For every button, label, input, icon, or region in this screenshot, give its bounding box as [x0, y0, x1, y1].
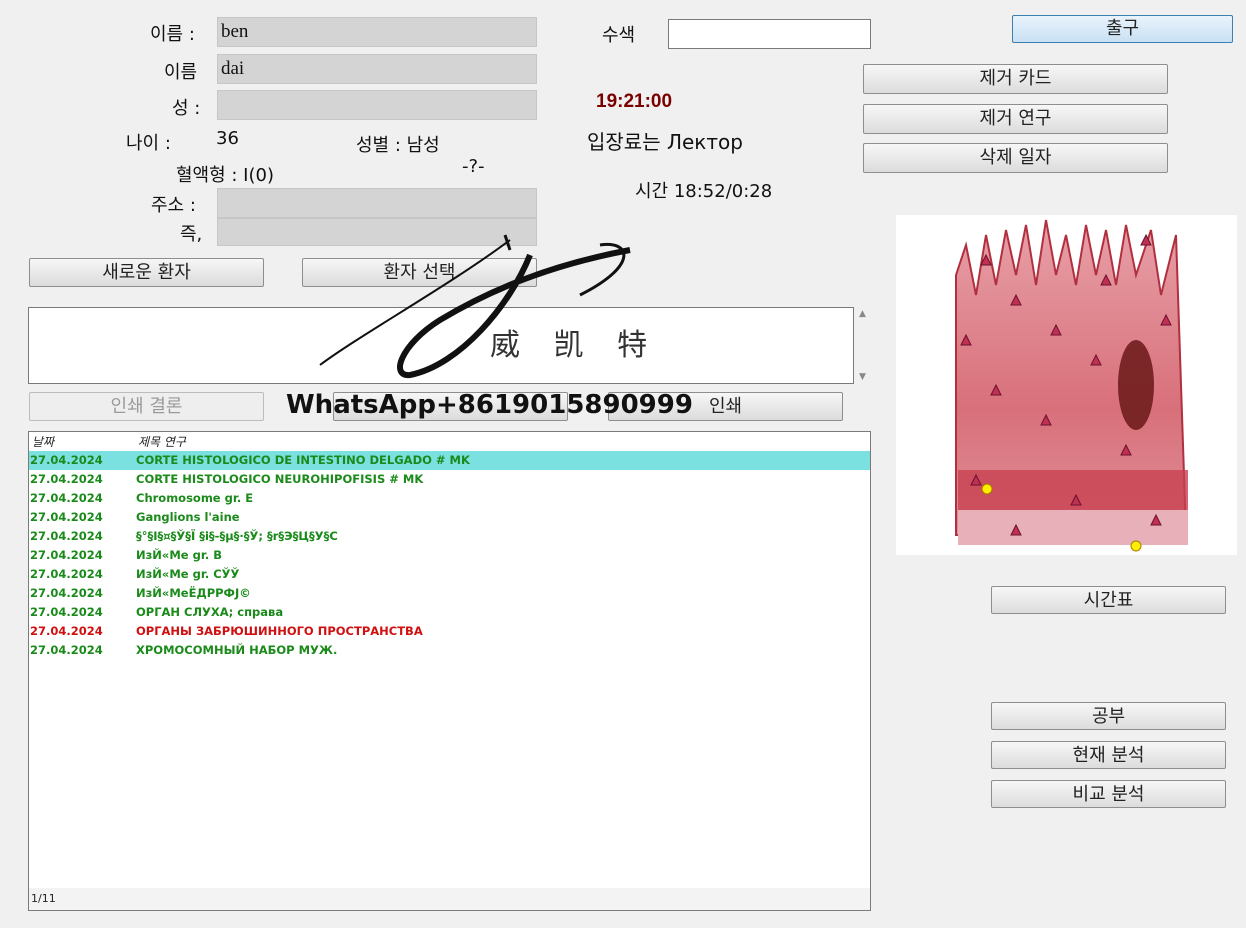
surname-field[interactable]	[217, 90, 537, 120]
table-row[interactable]: 27.04.2024 ИзЙ«МеЁДРРФЈ©	[29, 584, 870, 603]
first-name-label: 이름 :	[150, 24, 195, 45]
row-date: 27.04.2024	[30, 510, 103, 524]
row-date: 27.04.2024	[30, 624, 103, 638]
address-field[interactable]	[217, 188, 537, 218]
row-date: 27.04.2024	[30, 605, 103, 619]
blood-type-label: 혈액형 : I(0)	[176, 165, 274, 186]
age-value: 36	[216, 128, 239, 149]
table-row[interactable]: 27.04.2024 ИзЙ«Ме gr. В	[29, 546, 870, 565]
table-row[interactable]: 27.04.2024 Chromosome gr. E	[29, 489, 870, 508]
scroll-down-icon[interactable]: ▼	[859, 372, 866, 382]
memo-scrollbar[interactable]: ▲ ▼	[856, 307, 870, 384]
row-date: 27.04.2024	[30, 453, 103, 467]
search-label: 수색	[602, 25, 636, 46]
row-title: CORTE HISTOLOGICO DE INTESTINO DELGADO #…	[136, 453, 470, 467]
row-date: 27.04.2024	[30, 586, 103, 600]
row-title: ИзЙ«Ме gr. В	[136, 548, 223, 562]
study-button[interactable]: 공부	[991, 702, 1226, 730]
delete-date-button[interactable]: 삭제 일자	[863, 143, 1168, 173]
second-name-field[interactable]: dai	[217, 54, 537, 84]
table-row[interactable]: 27.04.2024 ХРОМОСОМНЫЙ НАБОР МУЖ.	[29, 641, 870, 660]
row-title: Chromosome gr. E	[136, 491, 254, 505]
column-title-header: 제목 연구	[138, 435, 186, 449]
row-date: 27.04.2024	[30, 491, 103, 505]
surname-label: 성 :	[172, 98, 201, 119]
address-label: 주소 :	[151, 195, 196, 216]
table-row[interactable]: 27.04.2024 ОРГАН СЛУХА; справа	[29, 603, 870, 622]
schedule-button[interactable]: 시간표	[991, 586, 1226, 614]
search-input[interactable]	[668, 19, 871, 49]
page-indicator: 1/11	[29, 888, 870, 910]
new-patient-button[interactable]: 새로운 환자	[29, 258, 264, 287]
study-list[interactable]: 날짜 제목 연구 27.04.2024 CORTE HISTOLOGICO DE …	[28, 431, 871, 911]
print-conclusion-button[interactable]: 인쇄 결론	[29, 392, 264, 421]
table-row[interactable]: 27.04.2024 ИзЙ«Ме gr. СЎЎ	[29, 565, 870, 584]
row-title: ИзЙ«Ме gr. СЎЎ	[136, 567, 240, 581]
session-time: 시간 18:52/0:28	[635, 181, 773, 202]
age-label: 나이 :	[126, 133, 171, 154]
row-date: 27.04.2024	[30, 548, 103, 562]
address2-field[interactable]	[217, 218, 537, 246]
remove-card-button[interactable]: 제거 카드	[863, 64, 1168, 94]
gender-label: 성별 : 남성	[356, 135, 440, 156]
second-name-label: 이름	[164, 62, 198, 83]
column-date-header: 날짜	[32, 435, 55, 449]
rh-factor-value: -?-	[462, 156, 485, 177]
conclusion-text-area[interactable]	[28, 307, 854, 384]
row-title: CORTE HISTOLOGICO NEUROHIPOFISIS # MK	[136, 472, 424, 486]
row-date: 27.04.2024	[30, 529, 103, 543]
table-row[interactable]: 27.04.2024 CORTE HISTOLOGICO DE INTESTINO…	[29, 451, 870, 470]
histology-image[interactable]	[896, 215, 1237, 555]
address2-label: 즉,	[180, 224, 203, 245]
table-row[interactable]: 27.04.2024 CORTE HISTOLOGICO NEUROHIPOFIS…	[29, 470, 870, 489]
row-title: ХРОМОСОМНЫЙ НАБОР МУЖ.	[136, 643, 338, 657]
table-row[interactable]: 27.04.2024 Ganglions l'aine	[29, 508, 870, 527]
row-date: 27.04.2024	[30, 567, 103, 581]
scroll-up-icon[interactable]: ▲	[859, 309, 866, 319]
select-patient-button[interactable]: 환자 선택	[302, 258, 537, 287]
table-row[interactable]: 27.04.2024 ОРГАНЫ ЗАБРЮШИННОГО ПРОСТРАНСТ…	[29, 622, 870, 641]
row-title: Ganglions l'aine	[136, 510, 240, 524]
intestine-tissue-picture	[896, 215, 1237, 555]
table-row[interactable]: 27.04.2024 §°§І§¤§Ў§Ї §і§-§µ§·§Ў; §r§Э§Ц§…	[29, 527, 870, 546]
current-analysis-button[interactable]: 현재 분석	[991, 741, 1226, 769]
compare-analysis-button[interactable]: 비교 분석	[991, 780, 1226, 808]
row-date: 27.04.2024	[30, 643, 103, 657]
exit-button[interactable]: 출구	[1012, 15, 1233, 43]
middle-print-button[interactable]	[333, 392, 568, 421]
row-date: 27.04.2024	[30, 472, 103, 486]
row-title: ОРГАН СЛУХА; справа	[136, 605, 284, 619]
row-title: ИзЙ«МеЁДРРФЈ©	[136, 586, 251, 600]
clock-time: 19:21:00	[596, 91, 673, 112]
first-name-field[interactable]: ben	[217, 17, 537, 47]
row-title: §°§І§¤§Ў§Ї §і§-§µ§·§Ў; §r§Э§Ц§У§С	[136, 529, 338, 543]
row-title: ОРГАНЫ ЗАБРЮШИННОГО ПРОСТРАНСТВА	[136, 624, 423, 638]
entrance-label: 입장료는 Лектор	[587, 130, 743, 154]
list-header: 날짜 제목 연구	[29, 432, 870, 450]
remove-study-button[interactable]: 제거 연구	[863, 104, 1168, 134]
print-button[interactable]: 인쇄	[608, 392, 843, 421]
